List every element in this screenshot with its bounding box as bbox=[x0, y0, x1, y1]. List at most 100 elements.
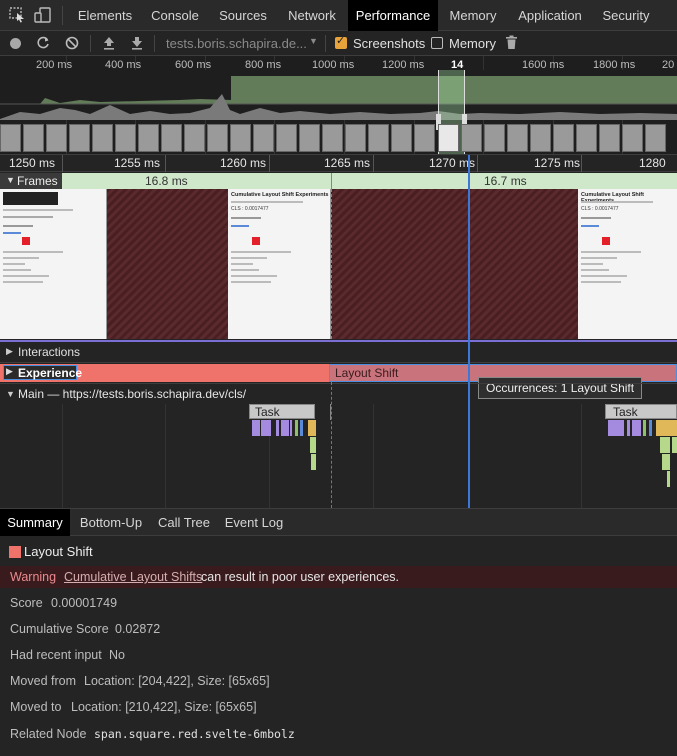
filmstrip-screenshot[interactable] bbox=[461, 124, 482, 152]
ruler-gridline bbox=[477, 155, 478, 172]
filmstrip-screenshot[interactable] bbox=[161, 124, 182, 152]
tab-call-tree[interactable]: Call Tree bbox=[153, 509, 215, 536]
frame-screenshot[interactable]: Cumulative Layout Shift Experiments CLS … bbox=[578, 189, 677, 339]
tab-security[interactable]: Security bbox=[595, 0, 657, 31]
expand-triangle-icon[interactable]: ▶ bbox=[6, 346, 13, 357]
tab-event-log[interactable]: Event Log bbox=[218, 509, 290, 536]
recent-input-value: No bbox=[109, 648, 125, 662]
filmstrip-screenshot[interactable] bbox=[299, 124, 320, 152]
recent-input-label: Had recent input bbox=[10, 648, 102, 662]
score-value: 0.00001749 bbox=[51, 596, 118, 610]
device-toolbar-icon[interactable] bbox=[34, 7, 52, 23]
screenshots-label: Screenshots bbox=[353, 36, 426, 51]
trash-icon[interactable] bbox=[505, 35, 518, 53]
frame-screenshot[interactable]: Cumulative Layout Shift Experiments CLS … bbox=[228, 189, 331, 339]
tab-performance[interactable]: Performance bbox=[348, 0, 438, 31]
filmstrip-screenshot[interactable] bbox=[69, 124, 90, 152]
frame-boundary bbox=[331, 173, 332, 189]
cumulative-score-value: 0.02872 bbox=[115, 622, 161, 636]
thumb-title: Cumulative Layout Shift Experiments bbox=[231, 192, 329, 198]
task-label: Task bbox=[255, 405, 280, 419]
filmstrip-screenshot[interactable] bbox=[414, 124, 435, 152]
thumb-title-bar bbox=[3, 192, 58, 205]
filmstrip-screenshot[interactable] bbox=[391, 124, 412, 152]
filmstrip-screenshot[interactable] bbox=[138, 124, 159, 152]
filmstrip-screenshot[interactable] bbox=[368, 124, 389, 152]
task-label: Task bbox=[613, 405, 638, 419]
tab-summary[interactable]: Summary bbox=[0, 509, 70, 536]
frame-screenshot[interactable] bbox=[0, 189, 107, 339]
filmstrip-screenshot[interactable] bbox=[23, 124, 44, 152]
warning-text: can result in poor user experiences. bbox=[201, 570, 400, 584]
frames-track-header[interactable]: ▼ Frames 16.8 ms 16.7 ms bbox=[0, 173, 677, 189]
reload-icon[interactable] bbox=[36, 36, 50, 53]
inspect-element-icon[interactable] bbox=[9, 7, 27, 23]
filmstrip-screenshot[interactable] bbox=[345, 124, 366, 152]
filmstrip-screenshot[interactable] bbox=[622, 124, 643, 152]
tab-bottom-up[interactable]: Bottom-Up bbox=[72, 509, 150, 536]
dropped-frame-region bbox=[332, 189, 578, 339]
thumb-cls: CLS : 0.0017477 bbox=[581, 206, 619, 212]
expand-triangle-icon[interactable]: ▼ bbox=[6, 389, 15, 399]
moved-from-value: Location: [204,422], Size: [65x65] bbox=[84, 674, 270, 688]
moved-to-value: Location: [210,422], Size: [65x65] bbox=[71, 700, 257, 714]
filmstrip-screenshot[interactable] bbox=[253, 124, 274, 152]
frame-duration: 16.7 ms bbox=[484, 174, 527, 188]
filmstrip-screenshot[interactable] bbox=[576, 124, 597, 152]
download-icon[interactable] bbox=[130, 36, 144, 53]
filmstrip-screenshot[interactable] bbox=[92, 124, 113, 152]
tab-console[interactable]: Console bbox=[142, 0, 208, 31]
filmstrip-screenshot[interactable] bbox=[207, 124, 228, 152]
filmstrip-screenshot[interactable] bbox=[438, 124, 459, 152]
memory-checkbox[interactable] bbox=[431, 37, 443, 49]
tab-elements[interactable]: Elements bbox=[70, 0, 140, 31]
cumulative-score-label: Cumulative Score bbox=[10, 622, 109, 636]
related-node-link[interactable]: span.square.red.svelte-6mbolz bbox=[94, 727, 295, 741]
frames-thumbnails: Cumulative Layout Shift Experiments CLS … bbox=[0, 189, 677, 340]
filmstrip-screenshot[interactable] bbox=[530, 124, 551, 152]
filmstrip-screenshot[interactable] bbox=[0, 124, 21, 152]
toolbar-divider bbox=[154, 35, 155, 52]
filmstrip-screenshot[interactable] bbox=[599, 124, 620, 152]
tab-sources[interactable]: Sources bbox=[211, 0, 275, 31]
moved-from-label: Moved from bbox=[10, 674, 76, 688]
task-block[interactable]: Task bbox=[249, 404, 315, 419]
ruler-gridline bbox=[269, 155, 270, 172]
filmstrip-screenshot[interactable] bbox=[322, 124, 343, 152]
main-thread-track[interactable]: ▼ Main — https://tests.boris.schapira.de… bbox=[0, 383, 677, 509]
interactions-track[interactable]: ▶ Interactions bbox=[0, 340, 677, 362]
filmstrip-screenshot[interactable] bbox=[276, 124, 297, 152]
details-tabbar: Summary Bottom-Up Call Tree Event Log bbox=[0, 508, 677, 536]
timeline-cursor bbox=[468, 155, 470, 508]
chevron-down-icon[interactable]: ▼ bbox=[309, 36, 318, 46]
tab-network[interactable]: Network bbox=[279, 0, 345, 31]
expand-triangle-icon[interactable]: ▼ bbox=[6, 175, 15, 185]
screenshots-checkbox[interactable] bbox=[335, 34, 347, 49]
cls-docs-link[interactable]: Cumulative Layout Shifts bbox=[64, 570, 202, 584]
tab-memory[interactable]: Memory bbox=[441, 0, 505, 31]
frame-duration: 16.8 ms bbox=[145, 174, 188, 188]
filmstrip-screenshot[interactable] bbox=[645, 124, 666, 152]
filmstrip-screenshot[interactable] bbox=[484, 124, 505, 152]
record-icon[interactable] bbox=[9, 37, 22, 53]
category-swatch bbox=[9, 546, 21, 558]
score-label: Score bbox=[10, 596, 43, 610]
filmstrip-screenshot[interactable] bbox=[230, 124, 251, 152]
expand-triangle-icon[interactable]: ▶ bbox=[6, 366, 13, 377]
activity-graph bbox=[0, 70, 677, 120]
summary-title: Layout Shift bbox=[24, 544, 93, 559]
frame-boundary bbox=[331, 382, 332, 508]
task-block[interactable]: Task bbox=[605, 404, 677, 419]
tab-application[interactable]: Application bbox=[509, 0, 591, 31]
recording-select[interactable]: tests.boris.schapira.de... bbox=[166, 36, 307, 51]
clear-icon[interactable] bbox=[65, 36, 79, 53]
filmstrip-screenshot[interactable] bbox=[46, 124, 67, 152]
filmstrip-screenshot[interactable] bbox=[507, 124, 528, 152]
filmstrip-screenshot[interactable] bbox=[115, 124, 136, 152]
timeline-overview[interactable]: 200 ms 400 ms 600 ms 800 ms 1000 ms 1200… bbox=[0, 56, 677, 155]
filmstrip-screenshot[interactable] bbox=[553, 124, 574, 152]
upload-icon[interactable] bbox=[102, 36, 116, 53]
ruler-tick-label: 1250 ms bbox=[9, 156, 56, 170]
ruler-gridline bbox=[62, 155, 63, 172]
filmstrip-screenshot[interactable] bbox=[184, 124, 205, 152]
